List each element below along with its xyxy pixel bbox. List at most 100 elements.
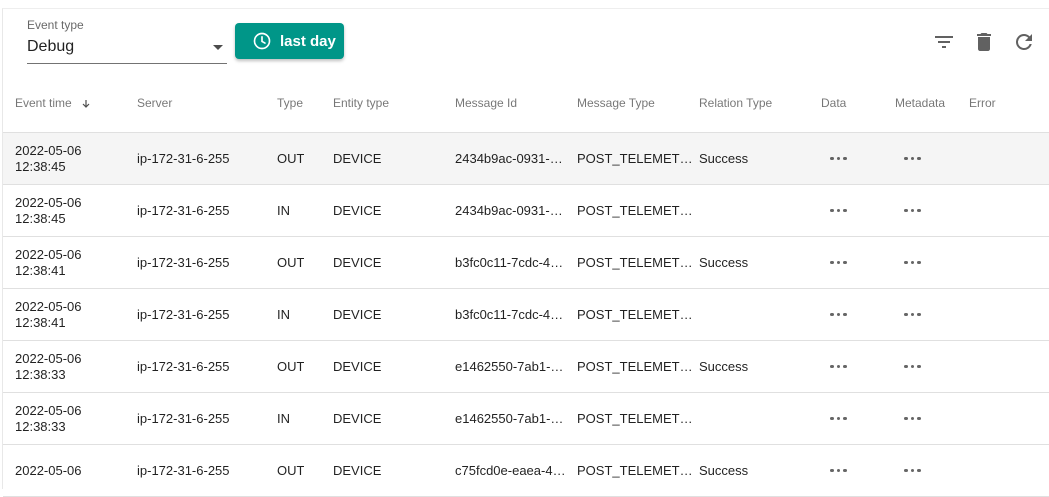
column-header-type[interactable]: Type (277, 80, 303, 132)
event-clock: 12:38:41 (15, 262, 66, 278)
message-type-cell: POST_TELEMET… (577, 463, 693, 478)
delete-button[interactable] (972, 30, 996, 54)
table-header: Event time Server Type Entity type Messa… (3, 80, 1049, 133)
delete-icon (977, 33, 991, 51)
relation-type-cell: Success (699, 359, 749, 374)
server-cell: ip-172-31-6-255 (137, 359, 230, 374)
metadata-cell (904, 133, 921, 184)
entity-type-cell: DEVICE (333, 411, 382, 426)
event-type-select[interactable]: Event type Debug (27, 18, 227, 64)
metadata-cell (904, 185, 921, 236)
column-header-message-id[interactable]: Message Id (455, 80, 517, 132)
relation-type-cell: Success (699, 255, 749, 270)
type-cell: OUT (277, 359, 305, 374)
column-header-entity-type[interactable]: Entity type (333, 80, 389, 132)
more-horiz-icon[interactable] (904, 416, 921, 421)
message-id-cell: 2434b9ac-0931-… (455, 151, 563, 166)
refresh-icon (1015, 33, 1032, 50)
more-horiz-icon[interactable] (904, 156, 921, 161)
event-time-cell: 2022-05-06 12:38:33 (15, 393, 82, 444)
metadata-cell (904, 393, 921, 444)
message-type-cell: POST_TELEMET… (577, 411, 693, 426)
more-horiz-icon[interactable] (904, 260, 921, 265)
filter-icon (935, 36, 953, 48)
server-cell: ip-172-31-6-255 (137, 151, 230, 166)
event-date: 2022-05-06 (15, 246, 82, 262)
clock-icon (253, 32, 271, 50)
refresh-button[interactable] (1012, 30, 1036, 54)
event-clock: 12:38:45 (15, 210, 66, 226)
server-cell: ip-172-31-6-255 (137, 255, 230, 270)
column-header-relation-type[interactable]: Relation Type (699, 80, 772, 132)
table-row[interactable]: 2022-05-06 12:38:33 ip-172-31-6-255 IN DEVIC… (3, 393, 1049, 445)
message-type-cell: POST_TELEMET… (577, 359, 693, 374)
message-type-cell: POST_TELEMET… (577, 203, 693, 218)
more-horiz-icon[interactable] (830, 312, 847, 317)
column-header-error: Error (969, 96, 996, 110)
entity-type-cell: DEVICE (333, 307, 382, 322)
message-type-cell: POST_TELEMET… (577, 255, 693, 270)
event-time-cell: 2022-05-06 12:38:33 (15, 341, 82, 392)
column-header-event-time[interactable]: Event time (15, 80, 92, 132)
table-row[interactable]: 2022-05-06 12:38:33 ip-172-31-6-255 OUT DEVI… (3, 341, 1049, 393)
metadata-cell (904, 341, 921, 392)
event-time-cell: 2022-05-06 (15, 445, 82, 496)
type-cell: IN (277, 203, 290, 218)
more-horiz-icon[interactable] (830, 416, 847, 421)
entity-type-cell: DEVICE (333, 463, 382, 478)
event-date: 2022-05-06 (15, 462, 82, 478)
more-horiz-icon[interactable] (830, 364, 847, 369)
column-header-server[interactable]: Server (137, 80, 172, 132)
event-time-cell: 2022-05-06 12:38:41 (15, 237, 82, 288)
data-cell (830, 445, 847, 496)
message-id-cell: b3fc0c11-7cdc-4… (455, 307, 564, 322)
table-row[interactable]: 2022-05-06 12:38:41 ip-172-31-6-255 OUT DEVI… (3, 237, 1049, 289)
entity-type-cell: DEVICE (333, 151, 382, 166)
data-cell (830, 185, 847, 236)
server-cell: ip-172-31-6-255 (137, 463, 230, 478)
more-horiz-icon[interactable] (830, 260, 847, 265)
metadata-cell (904, 237, 921, 288)
event-date: 2022-05-06 (15, 350, 82, 366)
event-date: 2022-05-06 (15, 298, 82, 314)
event-clock: 12:38:45 (15, 158, 66, 174)
message-id-cell: e1462550-7ab1-… (455, 411, 564, 426)
dropdown-arrow-icon (213, 45, 223, 50)
server-cell: ip-172-31-6-255 (137, 203, 230, 218)
column-header-metadata: Metadata (895, 96, 946, 110)
select-underline (27, 63, 227, 64)
server-cell: ip-172-31-6-255 (137, 411, 230, 426)
more-horiz-icon[interactable] (904, 364, 921, 369)
table-row[interactable]: 2022-05-06 12:38:45 ip-172-31-6-255 IN DEVIC… (3, 185, 1049, 237)
table-row[interactable]: 2022-05-06 12:38:45 ip-172-31-6-255 OUT DEVI… (3, 133, 1049, 185)
data-cell (830, 393, 847, 444)
table-row[interactable]: 2022-05-06 12:38:41 ip-172-31-6-255 IN DEVIC… (3, 289, 1049, 341)
type-cell: OUT (277, 255, 305, 270)
type-cell: OUT (277, 151, 305, 166)
message-id-cell: b3fc0c11-7cdc-4… (455, 255, 564, 270)
column-header-message-type[interactable]: Message Type (577, 80, 655, 132)
message-id-cell: e1462550-7ab1-… (455, 359, 564, 374)
event-type-value: Debug (27, 38, 75, 55)
data-cell (830, 133, 847, 184)
event-clock: 12:38:33 (15, 418, 66, 434)
type-cell: IN (277, 411, 290, 426)
entity-type-cell: DEVICE (333, 203, 382, 218)
type-cell: IN (277, 307, 290, 322)
more-horiz-icon[interactable] (904, 312, 921, 317)
event-clock: 12:38:33 (15, 366, 66, 382)
event-date: 2022-05-06 (15, 142, 82, 158)
event-date: 2022-05-06 (15, 402, 82, 418)
event-type-label: Event type (27, 18, 84, 32)
more-horiz-icon[interactable] (830, 156, 847, 161)
more-horiz-icon[interactable] (830, 208, 847, 213)
table-row[interactable]: 2022-05-06 ip-172-31-6-255 OUT DEVICE c75fcd… (3, 445, 1049, 497)
type-cell: OUT (277, 463, 305, 478)
event-clock: 12:38:41 (15, 314, 66, 330)
more-horiz-icon[interactable] (904, 208, 921, 213)
filter-button[interactable] (932, 30, 956, 54)
message-type-cell: POST_TELEMET… (577, 307, 693, 322)
message-id-cell: c75fcd0e-eaea-4… (455, 463, 566, 478)
entity-type-cell: DEVICE (333, 359, 382, 374)
time-window-button[interactable]: last day (235, 23, 344, 59)
